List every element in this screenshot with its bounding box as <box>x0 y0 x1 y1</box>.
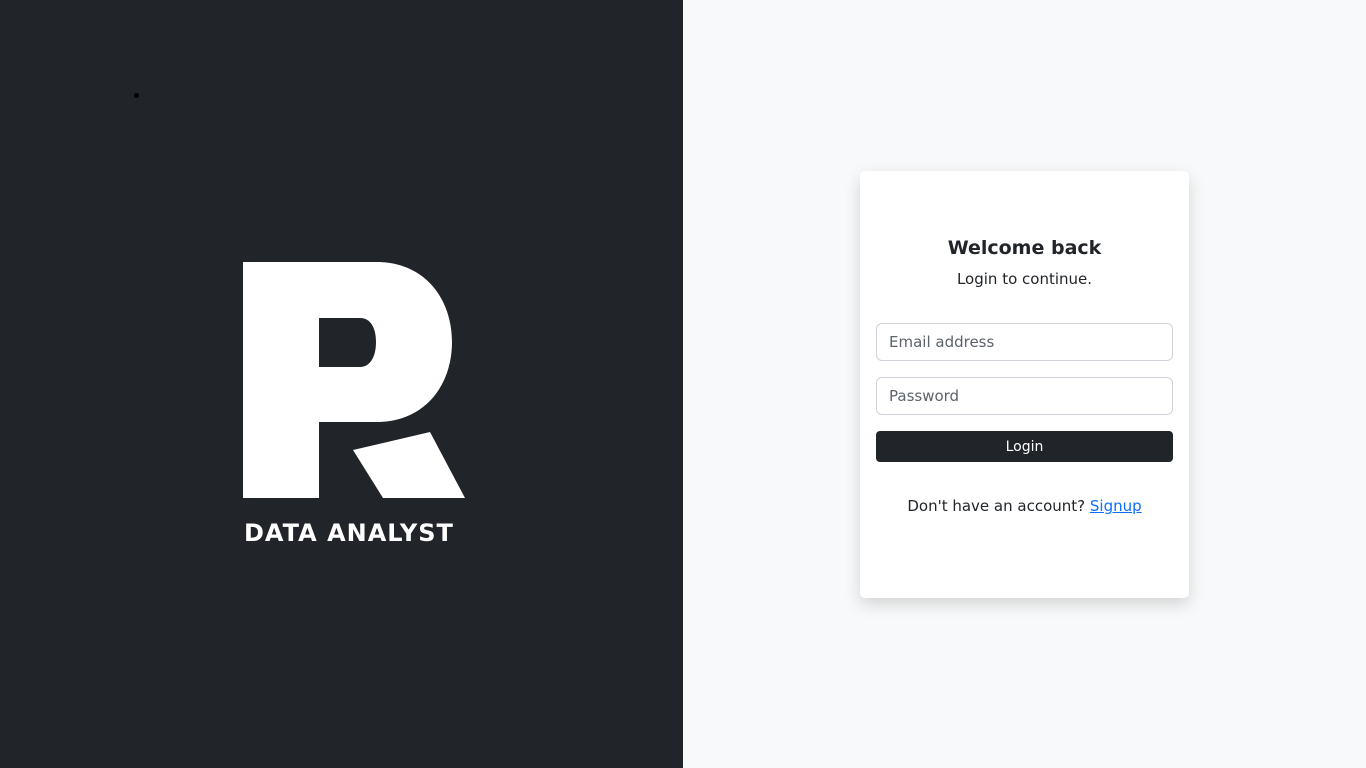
brand-tagline: DATA ANALYST <box>244 519 454 547</box>
login-panel: Welcome back Login to continue. Login Do… <box>683 0 1366 768</box>
login-card: Welcome back Login to continue. Login Do… <box>860 171 1189 598</box>
brand-panel: DATA ANALYST <box>0 0 683 768</box>
signup-prompt-text: Don't have an account? <box>907 497 1086 515</box>
signup-link[interactable]: Signup <box>1090 497 1142 515</box>
signup-prompt-row: Don't have an account? Signup <box>860 495 1189 517</box>
login-page: DATA ANALYST Welcome back Login to conti… <box>0 0 1366 768</box>
login-button[interactable]: Login <box>876 431 1173 462</box>
email-field[interactable] <box>876 323 1173 361</box>
card-title: Welcome back <box>947 237 1102 259</box>
password-field[interactable] <box>876 377 1173 415</box>
stray-dot <box>134 93 139 98</box>
r-monogram-logo-icon <box>243 262 465 552</box>
card-subtitle: Login to continue. <box>956 270 1093 288</box>
